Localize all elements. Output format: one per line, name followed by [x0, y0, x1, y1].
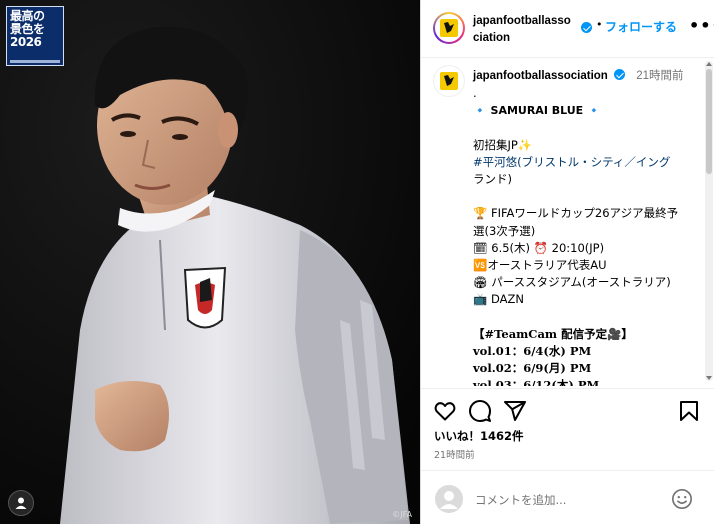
account-username[interactable]: japanfootballasso ciation: [473, 13, 573, 47]
caption-line: 【#TeamCam 配信予定🎥】: [473, 326, 633, 341]
caption-header: japanfootballassociation 21時間前: [473, 67, 684, 83]
caption-avatar[interactable]: [433, 65, 465, 97]
action-bar: [421, 388, 714, 428]
caption-line: 🏆 FIFAワールドカップ26アジア最終予: [473, 206, 679, 221]
caption-line: 🗓 6.5(木) ⏰ 20:10(JP): [473, 240, 605, 255]
caption-time[interactable]: 21時間前: [636, 70, 683, 82]
caption-line: 🏟 パーススタジアム(オーストラリア): [473, 275, 671, 290]
user-avatar: [435, 485, 463, 513]
caption-line: 🆚オーストラリア代表AU: [473, 257, 607, 272]
comment-composer: コメントを追加...: [421, 470, 714, 524]
badge-line-3: 2026: [10, 35, 42, 49]
badge-strip: [10, 60, 60, 63]
caption-line: ランド): [473, 171, 512, 186]
hashtag-link[interactable]: #平河悠(ブリストル・シティ／イング: [473, 154, 698, 171]
username-part-1: japanfootballasso: [473, 15, 571, 27]
photo-credit: ©JFA: [392, 510, 412, 519]
bookmark-icon[interactable]: [677, 399, 701, 423]
verified-badge-icon: [614, 69, 626, 80]
separator-dot: •: [596, 18, 603, 31]
caption-line: 📺 DAZN: [473, 292, 524, 307]
caption-line: 選(3次予選): [473, 223, 536, 238]
tagged-user-icon[interactable]: [8, 490, 34, 516]
follow-button[interactable]: フォローする: [605, 18, 677, 35]
scroll-up-arrow-icon[interactable]: [706, 62, 712, 66]
scroll-down-arrow-icon[interactable]: [706, 376, 712, 380]
caption-username[interactable]: japanfootballassociation: [473, 70, 608, 82]
username-part-2: ciation: [473, 32, 511, 44]
post-timestamp[interactable]: 21時間前: [434, 447, 475, 461]
caption-line: 初招集JP✨: [473, 137, 533, 152]
comment-icon[interactable]: [468, 399, 492, 423]
caption-text: . 🔹 SAMURAI BLUE 🔹 初招集JP✨ #平河悠(ブリストル・シティ…: [473, 85, 698, 386]
caption-line: vol.03：6/12(木) PM: [473, 378, 600, 386]
like-count[interactable]: いいね！1462件: [434, 428, 524, 444]
caption-scrollbar[interactable]: [705, 61, 713, 381]
default-avatar-icon: [435, 485, 463, 513]
campaign-badge: 最高の 景色を 2026: [6, 6, 64, 66]
caption-line: .: [473, 86, 477, 100]
player-photo: [0, 0, 420, 524]
more-options-button[interactable]: •••: [689, 16, 714, 35]
post-image[interactable]: 最高の 景色を 2026 ©JFA: [0, 0, 420, 524]
share-icon[interactable]: [503, 399, 527, 423]
caption-line: [473, 119, 698, 136]
post-header: japanfootballasso ciation • フォローする •••: [421, 0, 714, 58]
account-avatar[interactable]: [433, 12, 465, 44]
caption-line: vol.01：6/4(水) PM: [473, 343, 592, 358]
caption-line: 🔹 SAMURAI BLUE 🔹: [473, 104, 601, 118]
heart-icon[interactable]: [433, 399, 457, 423]
verified-badge-icon: [581, 22, 592, 33]
jfa-logo-icon: [440, 19, 458, 37]
scrollbar-thumb[interactable]: [706, 69, 712, 174]
post-viewer: 最高の 景色を 2026 ©JFA japanfootballasso ciat…: [0, 0, 714, 524]
post-side-panel: japanfootballasso ciation • フォローする ••• j…: [420, 0, 714, 524]
emoji-icon[interactable]: [671, 488, 693, 510]
person-icon: [15, 497, 27, 509]
comment-input[interactable]: コメントを追加...: [475, 492, 566, 508]
caption-line: [473, 188, 698, 205]
caption-line: vol.02：6/9(月) PM: [473, 361, 592, 375]
caption-line: [473, 308, 698, 325]
caption-section: japanfootballassociation 21時間前 . 🔹 SAMUR…: [421, 59, 714, 386]
jfa-logo-icon: [440, 72, 458, 90]
